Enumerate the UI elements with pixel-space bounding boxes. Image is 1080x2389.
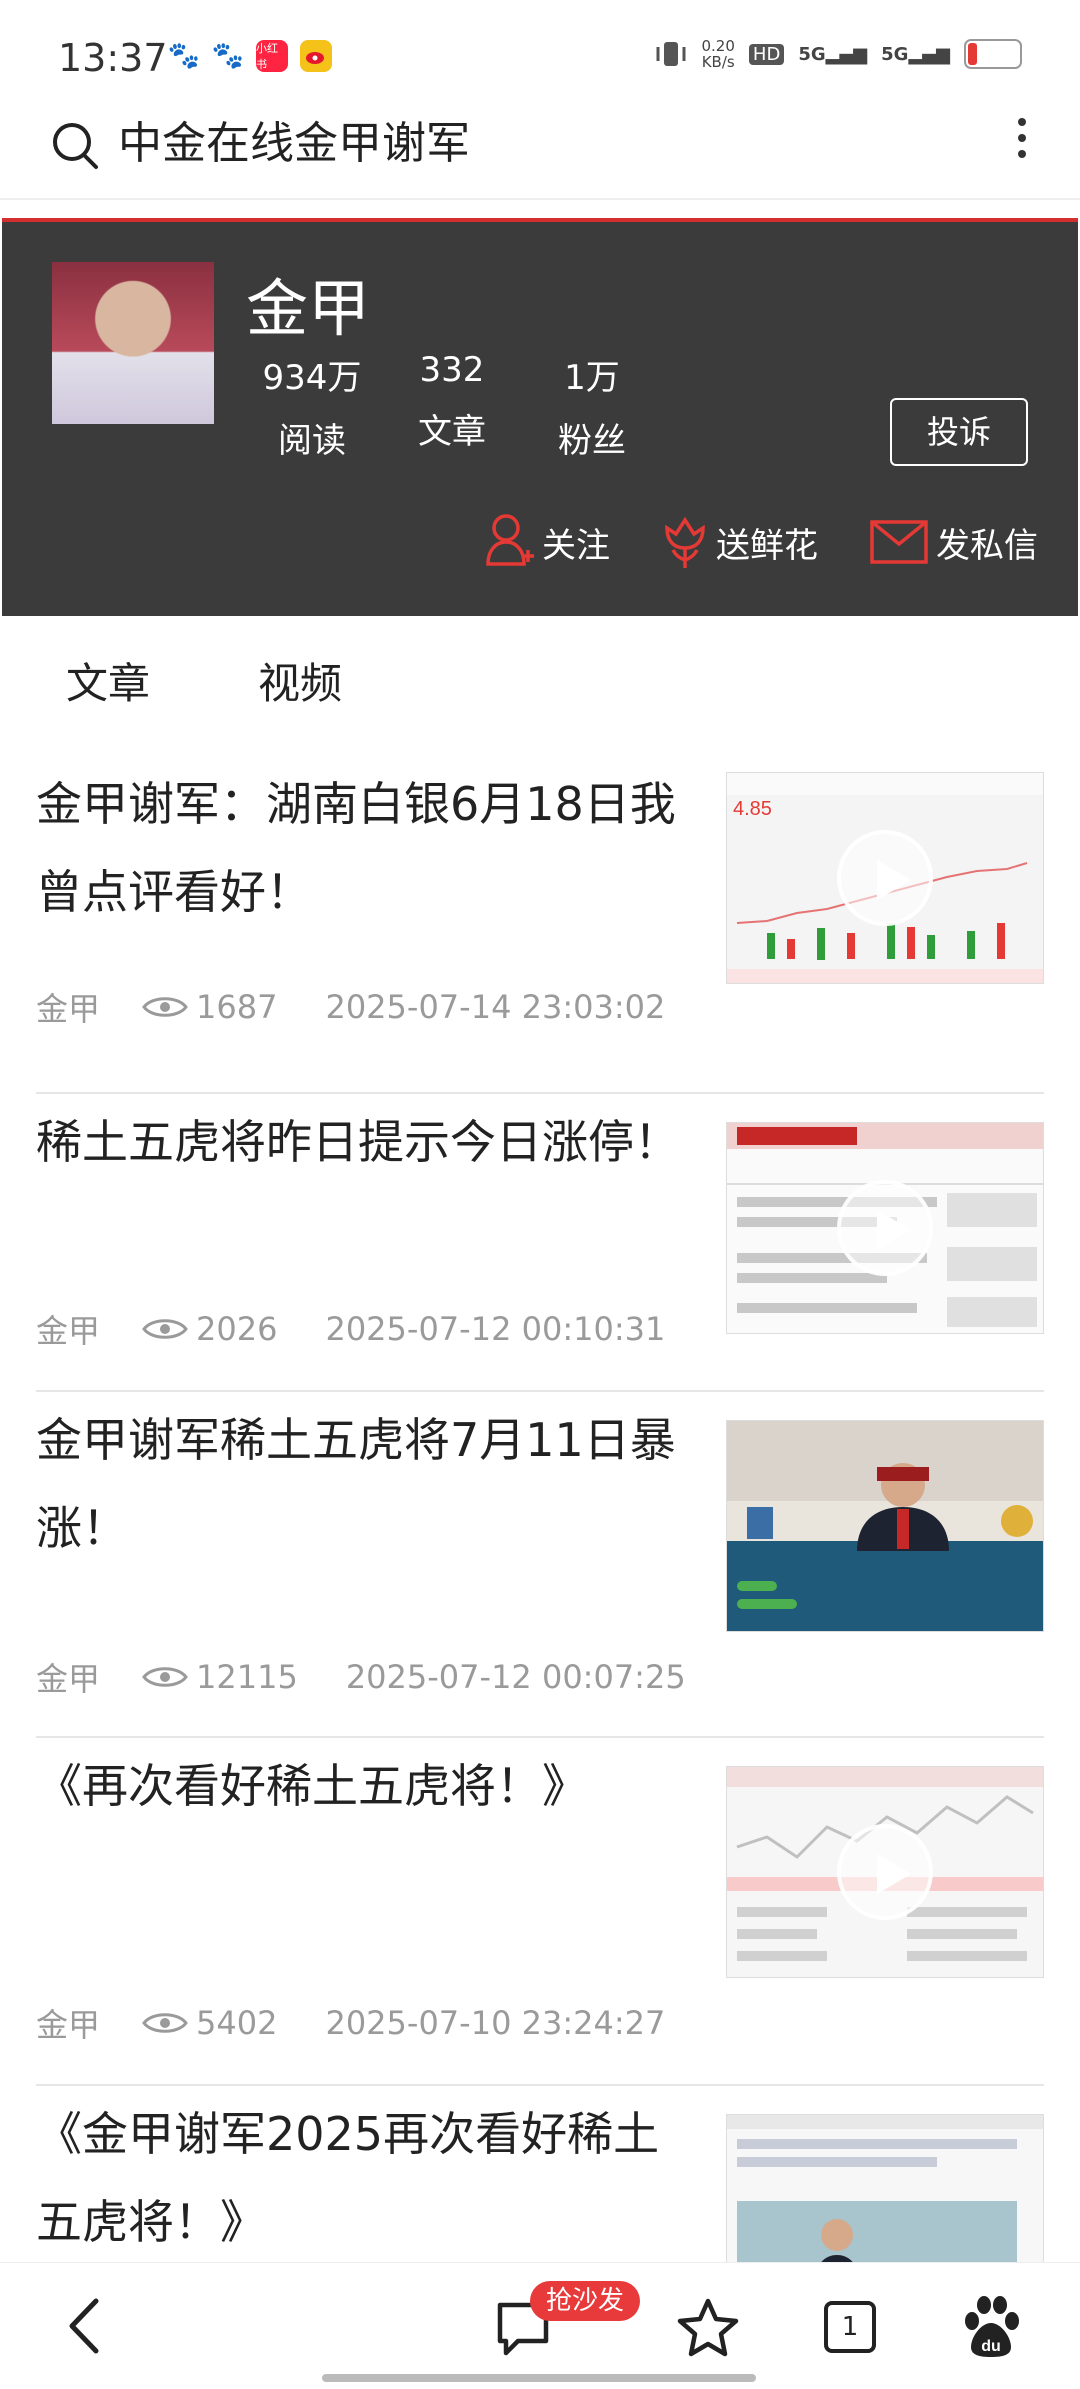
battery-icon: [964, 39, 1022, 69]
stat-articles-value: 332: [419, 350, 485, 390]
article-author: 金甲: [36, 1312, 101, 1350]
author-name: 金甲: [246, 272, 371, 345]
search-query[interactable]: 中金在线金甲谢军: [118, 114, 470, 174]
article-thumbnail[interactable]: [726, 1420, 1044, 1632]
play-icon[interactable]: [837, 830, 933, 926]
tab-videos[interactable]: 视频: [258, 650, 342, 711]
signal-5g-1: 5G▂▄▆: [798, 43, 868, 65]
play-icon[interactable]: [837, 1824, 933, 1920]
xiaohongshu-icon: 小红书: [256, 40, 288, 72]
status-time: 13:37: [58, 36, 168, 80]
article-title[interactable]: 稀土五虎将昨日提示今日涨停！: [36, 1098, 696, 1186]
article-item[interactable]: 金甲谢军：湖南白银6月18日我曾点评看好！ 4.85 金甲 1687 2025-…: [36, 760, 1044, 1094]
article-date: 2025-07-12 00:07:25: [345, 1658, 686, 1696]
eye-icon: [142, 1667, 188, 1687]
stat-reads-label: 阅读: [278, 421, 346, 461]
video-still-preview: [727, 1421, 1043, 1631]
stat-fans-label: 粉丝: [558, 421, 626, 461]
author-stats: 934万 阅读 332 文章 1万 粉丝: [242, 350, 662, 462]
baidu-paw-icon: 🐾: [167, 41, 201, 71]
app-screenshot-preview: [727, 2115, 1043, 2262]
more-menu-icon[interactable]: [1002, 110, 1042, 170]
article-views: 1687: [196, 988, 278, 1026]
article-date: 2025-07-12 00:10:31: [325, 1310, 666, 1348]
article-item[interactable]: 《金甲谢军2025再次看好稀土五虎将！》: [36, 2084, 1044, 2262]
play-icon[interactable]: [837, 1180, 933, 1276]
article-views: 5402: [196, 2004, 278, 2042]
content-tabs: 文章 视频: [0, 640, 1080, 720]
signal-5g-2: 5G▂▄▆: [881, 43, 950, 65]
mail-icon: [870, 520, 928, 564]
article-meta: 金甲 1687 2025-07-14 23:03:02: [36, 984, 665, 1030]
article-item[interactable]: 《再次看好稀土五虎将！》 金甲 5402 2025-07-10 23:24:27: [36, 1736, 1044, 2086]
svg-text:4.85: 4.85: [733, 798, 772, 820]
add-user-icon: [486, 514, 534, 566]
star-icon[interactable]: [676, 2297, 740, 2359]
article-thumbnail[interactable]: [726, 2114, 1044, 2262]
baidu-paw-icon[interactable]: du: [958, 2293, 1024, 2359]
article-meta: 金甲 5402 2025-07-10 23:24:27: [36, 2000, 665, 2046]
stat-reads-value: 934万: [262, 358, 362, 398]
article-author: 金甲: [36, 990, 101, 1028]
article-title[interactable]: 《再次看好稀土五虎将！》: [36, 1742, 696, 1830]
back-icon[interactable]: [62, 2291, 106, 2361]
notification-icons: 🐾 🐾 小红书: [168, 40, 332, 72]
article-thumbnail[interactable]: 4.85: [726, 772, 1044, 984]
weibo-icon: [300, 40, 332, 72]
svg-text:du: du: [981, 2338, 1001, 2355]
complain-button[interactable]: 投诉: [890, 398, 1028, 466]
tabs-count: 1: [841, 2312, 859, 2342]
stat-reads: 934万 阅读: [242, 350, 382, 462]
article-date: 2025-07-10 23:24:27: [325, 2004, 666, 2042]
system-status: 0.20 KB/s HD 5G▂▄▆ 5G▂▄▆: [654, 37, 1022, 71]
article-author: 金甲: [36, 1660, 101, 1698]
follow-label: 关注: [542, 525, 610, 566]
tabs-count-icon[interactable]: 1: [824, 2301, 876, 2353]
author-avatar[interactable]: [52, 262, 214, 424]
article-thumbnail[interactable]: [726, 1766, 1044, 1978]
stat-articles: 332 文章: [382, 350, 522, 462]
send-flower-label: 送鲜花: [716, 525, 818, 566]
article-meta: 金甲 2026 2025-07-12 00:10:31: [36, 1306, 665, 1352]
article-title[interactable]: 金甲谢军：湖南白银6月18日我曾点评看好！: [36, 760, 696, 936]
send-message-label: 发私信: [936, 525, 1038, 566]
baidu-paw-icon: 🐾: [211, 41, 245, 71]
profile-actions: 关注 送鲜花 发私信: [484, 512, 1038, 572]
search-bar[interactable]: 中金在线金甲谢军: [0, 110, 1080, 200]
follow-button[interactable]: 关注: [484, 512, 610, 572]
stat-articles-label: 文章: [418, 412, 486, 452]
author-profile-header: 金甲 934万 阅读 332 文章 1万 粉丝 投诉 关注 送鲜花 发私信: [2, 218, 1078, 616]
article-author: 金甲: [36, 2006, 101, 2044]
eye-icon: [142, 1319, 188, 1339]
article-item[interactable]: 金甲谢军稀土五虎将7月11日暴涨！ 金甲 12115 2025-07-12 00…: [36, 1390, 1044, 1738]
bottom-nav: 抢沙发 1 du: [0, 2262, 1080, 2389]
article-views: 12115: [196, 1658, 298, 1696]
article-views: 2026: [196, 1310, 278, 1348]
status-bar: 13:37 🐾 🐾 小红书 0.20 KB/s HD 5G▂▄▆ 5G▂▄▆: [0, 0, 1080, 110]
article-date: 2025-07-14 23:03:02: [325, 988, 666, 1026]
net-speed: 0.20 KB/s: [701, 37, 735, 71]
stat-fans: 1万 粉丝: [522, 350, 662, 462]
send-message-button[interactable]: 发私信: [870, 512, 1038, 572]
search-icon[interactable]: [48, 114, 104, 174]
tab-articles[interactable]: 文章: [66, 650, 150, 711]
eye-icon: [142, 2013, 188, 2033]
eye-icon: [142, 997, 188, 1017]
article-thumbnail[interactable]: [726, 1122, 1044, 1334]
home-indicator[interactable]: [322, 2374, 756, 2382]
article-title[interactable]: 金甲谢军稀土五虎将7月11日暴涨！: [36, 1396, 696, 1572]
article-meta: 金甲 12115 2025-07-12 00:07:25: [36, 1654, 686, 1700]
comment-badge[interactable]: 抢沙发: [530, 2281, 641, 2321]
stat-fans-value: 1万: [564, 358, 620, 398]
article-title[interactable]: 《金甲谢军2025再次看好稀土五虎将！》: [36, 2090, 696, 2262]
article-item[interactable]: 稀土五虎将昨日提示今日涨停！ 金甲 2026 2025-07-12 00:10:…: [36, 1092, 1044, 1392]
vibrate-icon: [656, 42, 685, 66]
send-flower-button[interactable]: 送鲜花: [662, 512, 818, 572]
hd-badge: HD: [748, 43, 785, 65]
flower-icon: [665, 516, 705, 568]
